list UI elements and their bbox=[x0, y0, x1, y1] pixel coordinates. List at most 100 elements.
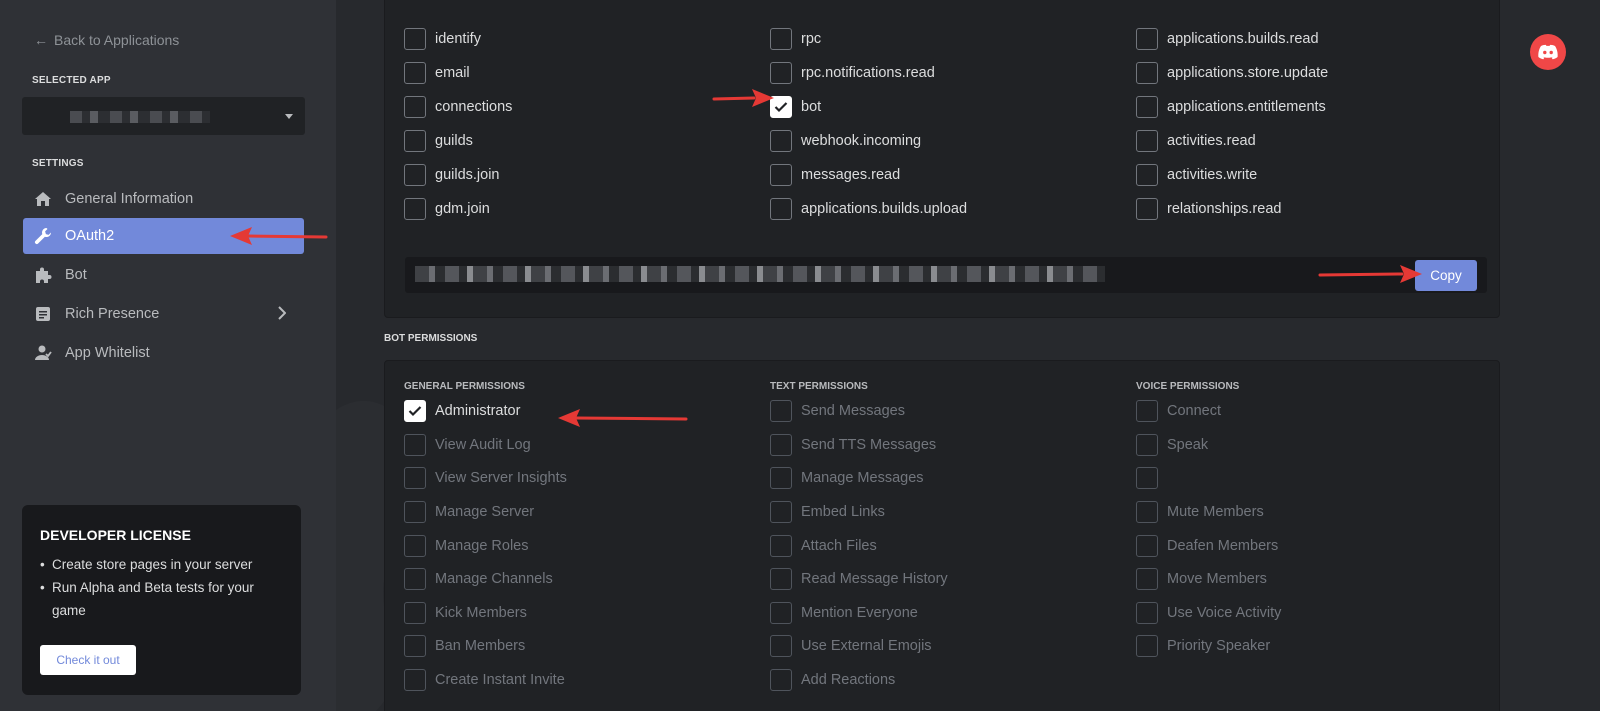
checkbox[interactable] bbox=[770, 400, 792, 422]
permission-checkbox-embed-links[interactable]: Embed Links bbox=[770, 501, 885, 523]
generated-oauth-url-field[interactable]: Copy bbox=[405, 257, 1487, 293]
permission-checkbox-manage-channels[interactable]: Manage Channels bbox=[404, 568, 553, 590]
checkbox[interactable] bbox=[404, 62, 426, 84]
back-to-applications-link[interactable]: ← Back to Applications bbox=[34, 32, 179, 48]
scope-checkbox-relationships-read[interactable]: relationships.read bbox=[1136, 198, 1281, 220]
checkbox-checked[interactable] bbox=[404, 400, 426, 422]
arrow-left-icon: ← bbox=[34, 32, 48, 48]
scope-checkbox-activities-read[interactable]: activities.read bbox=[1136, 130, 1256, 152]
checkbox[interactable] bbox=[1136, 467, 1158, 489]
checkbox[interactable] bbox=[1136, 501, 1158, 523]
checkbox[interactable] bbox=[1136, 96, 1158, 118]
checkbox[interactable] bbox=[1136, 602, 1158, 624]
checkbox[interactable] bbox=[404, 130, 426, 152]
permission-checkbox-mute-members[interactable]: Mute Members bbox=[1136, 501, 1264, 523]
checkbox[interactable] bbox=[770, 635, 792, 657]
checkbox[interactable] bbox=[770, 467, 792, 489]
checkbox[interactable] bbox=[1136, 164, 1158, 186]
checkbox[interactable] bbox=[770, 130, 792, 152]
app-select-dropdown[interactable] bbox=[22, 97, 305, 135]
checkbox-checked[interactable] bbox=[770, 96, 792, 118]
scope-checkbox-rpc[interactable]: rpc bbox=[770, 28, 821, 50]
checkbox[interactable] bbox=[770, 669, 792, 691]
scope-checkbox-identify[interactable]: identify bbox=[404, 28, 481, 50]
permission-checkbox-kick-members[interactable]: Kick Members bbox=[404, 602, 527, 624]
permission-checkbox-view-server-insights[interactable]: View Server Insights bbox=[404, 467, 567, 489]
checkbox[interactable] bbox=[404, 164, 426, 186]
scope-checkbox-email[interactable]: email bbox=[404, 62, 470, 84]
checkbox[interactable] bbox=[1136, 198, 1158, 220]
scope-checkbox-guilds-join[interactable]: guilds.join bbox=[404, 164, 500, 186]
sidebar-item-oauth2[interactable]: OAuth2 bbox=[23, 218, 304, 254]
permission-checkbox-manage-messages[interactable]: Manage Messages bbox=[770, 467, 924, 489]
checkbox[interactable] bbox=[1136, 28, 1158, 50]
checkbox[interactable] bbox=[770, 535, 792, 557]
permission-checkbox-view-audit-log[interactable]: View Audit Log bbox=[404, 434, 531, 456]
checkbox[interactable] bbox=[770, 62, 792, 84]
permission-checkbox-unlabeled[interactable] bbox=[1136, 467, 1167, 489]
check-it-out-button[interactable]: Check it out bbox=[40, 645, 136, 675]
permission-checkbox-speak[interactable]: Speak bbox=[1136, 434, 1208, 456]
checkbox[interactable] bbox=[770, 28, 792, 50]
permission-checkbox-send-messages[interactable]: Send Messages bbox=[770, 400, 905, 422]
permission-checkbox-read-message-history[interactable]: Read Message History bbox=[770, 568, 948, 590]
checkbox[interactable] bbox=[1136, 434, 1158, 456]
permission-checkbox-deafen-members[interactable]: Deafen Members bbox=[1136, 535, 1278, 557]
permission-checkbox-create-instant-invite[interactable]: Create Instant Invite bbox=[404, 669, 565, 691]
scope-checkbox-rpc-notifications-read[interactable]: rpc.notifications.read bbox=[770, 62, 935, 84]
checkbox[interactable] bbox=[770, 164, 792, 186]
checkbox[interactable] bbox=[404, 635, 426, 657]
checkbox[interactable] bbox=[1136, 400, 1158, 422]
permission-checkbox-mention-everyone[interactable]: Mention Everyone bbox=[770, 602, 918, 624]
permission-checkbox-attach-files[interactable]: Attach Files bbox=[770, 535, 877, 557]
permission-checkbox-administrator[interactable]: Administrator bbox=[404, 400, 520, 422]
checkbox[interactable] bbox=[404, 602, 426, 624]
checkbox[interactable] bbox=[404, 467, 426, 489]
checkbox[interactable] bbox=[770, 501, 792, 523]
checkbox[interactable] bbox=[404, 568, 426, 590]
scope-checkbox-guilds[interactable]: guilds bbox=[404, 130, 473, 152]
sidebar-item-general-information[interactable]: General Information bbox=[23, 181, 304, 217]
checkbox[interactable] bbox=[1136, 130, 1158, 152]
scope-checkbox-gdm-join[interactable]: gdm.join bbox=[404, 198, 490, 220]
permission-checkbox-priority-speaker[interactable]: Priority Speaker bbox=[1136, 635, 1270, 657]
permission-checkbox-use-external-emojis[interactable]: Use External Emojis bbox=[770, 635, 932, 657]
permission-checkbox-add-reactions[interactable]: Add Reactions bbox=[770, 669, 895, 691]
checkbox[interactable] bbox=[404, 535, 426, 557]
scope-checkbox-applications-entitlements[interactable]: applications.entitlements bbox=[1136, 96, 1326, 118]
scope-checkbox-applications-store-update[interactable]: applications.store.update bbox=[1136, 62, 1328, 84]
checkbox[interactable] bbox=[404, 434, 426, 456]
checkbox[interactable] bbox=[1136, 635, 1158, 657]
sidebar-item-rich-presence[interactable]: Rich Presence bbox=[23, 296, 304, 332]
permission-checkbox-connect[interactable]: Connect bbox=[1136, 400, 1221, 422]
checkbox[interactable] bbox=[404, 669, 426, 691]
checkbox[interactable] bbox=[1136, 568, 1158, 590]
permission-checkbox-move-members[interactable]: Move Members bbox=[1136, 568, 1267, 590]
permission-checkbox-manage-server[interactable]: Manage Server bbox=[404, 501, 534, 523]
permission-checkbox-ban-members[interactable]: Ban Members bbox=[404, 635, 525, 657]
scope-checkbox-activities-write[interactable]: activities.write bbox=[1136, 164, 1257, 186]
scope-checkbox-webhook-incoming[interactable]: webhook.incoming bbox=[770, 130, 921, 152]
scope-label: webhook.incoming bbox=[801, 133, 922, 149]
scope-checkbox-applications-builds-read[interactable]: applications.builds.read bbox=[1136, 28, 1319, 50]
permission-checkbox-use-voice-activity[interactable]: Use Voice Activity bbox=[1136, 602, 1281, 624]
sidebar-item-bot[interactable]: Bot bbox=[23, 257, 304, 293]
scope-checkbox-connections[interactable]: connections bbox=[404, 96, 512, 118]
checkbox[interactable] bbox=[1136, 535, 1158, 557]
checkbox[interactable] bbox=[770, 568, 792, 590]
scope-checkbox-applications-builds-upload[interactable]: applications.builds.upload bbox=[770, 198, 967, 220]
checkbox[interactable] bbox=[404, 96, 426, 118]
copy-button[interactable]: Copy bbox=[1415, 260, 1477, 291]
permission-checkbox-manage-roles[interactable]: Manage Roles bbox=[404, 535, 529, 557]
permission-checkbox-send-tts-messages[interactable]: Send TTS Messages bbox=[770, 434, 936, 456]
scope-checkbox-messages-read[interactable]: messages.read bbox=[770, 164, 900, 186]
checkbox[interactable] bbox=[404, 198, 426, 220]
checkbox[interactable] bbox=[770, 434, 792, 456]
scope-checkbox-bot[interactable]: bot bbox=[770, 96, 821, 118]
checkbox[interactable] bbox=[1136, 62, 1158, 84]
checkbox[interactable] bbox=[404, 28, 426, 50]
checkbox[interactable] bbox=[770, 602, 792, 624]
checkbox[interactable] bbox=[770, 198, 792, 220]
sidebar-item-app-whitelist[interactable]: App Whitelist bbox=[23, 335, 304, 371]
checkbox[interactable] bbox=[404, 501, 426, 523]
